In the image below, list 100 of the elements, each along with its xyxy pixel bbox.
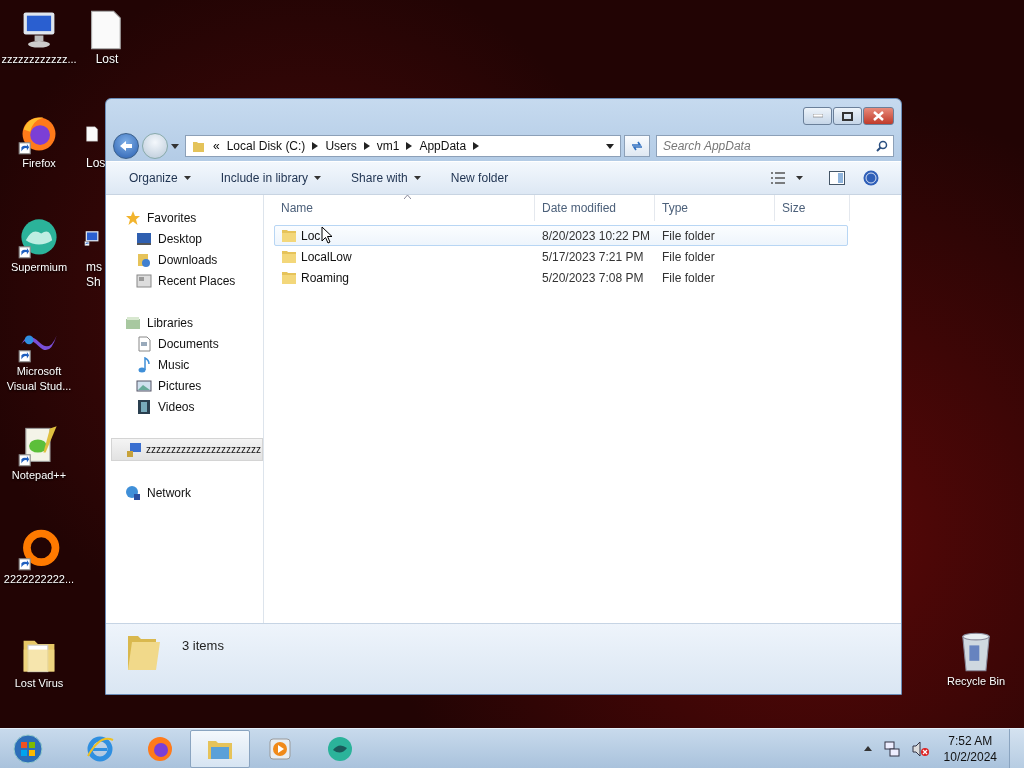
icon-label: Supermium	[10, 260, 68, 275]
toolbar-button[interactable]: Share with	[344, 168, 428, 188]
chevron-icon[interactable]	[473, 142, 480, 150]
close-button[interactable]	[863, 107, 894, 125]
column-header[interactable]: Date modified	[535, 195, 655, 221]
caret-icon	[413, 176, 421, 180]
column-header[interactable]: Type	[655, 195, 775, 221]
chevron-icon[interactable]	[363, 142, 370, 150]
refresh-icon	[630, 140, 644, 152]
maximize-icon	[842, 111, 853, 121]
caret-icon[interactable]	[171, 143, 179, 149]
overflow-chevron[interactable]: «	[213, 139, 220, 153]
view-options-icon[interactable]	[770, 171, 786, 185]
chevron-icon[interactable]	[312, 142, 319, 150]
breadcrumb[interactable]: Users	[325, 139, 357, 153]
nav-item[interactable]: Videos	[106, 396, 263, 417]
icon-label: ms	[86, 260, 102, 275]
videos-icon	[136, 398, 152, 415]
chevron-icon[interactable]	[406, 142, 413, 150]
caret-icon	[314, 176, 322, 180]
folder-icon	[192, 139, 206, 153]
back-arrow-icon	[119, 140, 133, 152]
file-name: Roaming	[301, 270, 350, 285]
pictures-icon	[136, 377, 152, 394]
icon-label: Lost	[95, 52, 119, 67]
search-icon[interactable]	[876, 140, 888, 152]
file-row[interactable]: LocalLow 5/17/2023 7:21 PM File folder	[274, 246, 848, 267]
file-row[interactable]: Roaming 5/20/2023 7:08 PM File folder	[274, 267, 848, 288]
refresh-button[interactable]	[624, 135, 650, 157]
type-cell-text: File folder	[661, 270, 716, 285]
icon-label: 2222222222...	[3, 572, 75, 587]
minimize-button[interactable]	[803, 107, 832, 125]
caret-icon[interactable]	[796, 176, 803, 180]
type-cell-text: File folder	[661, 249, 716, 264]
network-icon	[125, 484, 141, 501]
nav-item[interactable]: Documents	[106, 333, 263, 354]
date-cell-text: 8/20/2023 10:22 PM	[541, 228, 652, 243]
caret-icon	[183, 176, 191, 180]
network-icon[interactable]	[883, 740, 900, 757]
windows-logo-icon	[13, 733, 43, 764]
icon-label: Firefox	[22, 156, 56, 171]
toolbar-button[interactable]: Organize	[122, 168, 198, 188]
time-text: 7:52 AM	[948, 732, 993, 749]
nav-item[interactable]: Music	[106, 354, 263, 375]
breadcrumb[interactable]: vm1	[376, 139, 400, 153]
minimize-icon	[812, 114, 823, 118]
documents-icon	[136, 335, 152, 352]
nav-item[interactable]: Desktop	[106, 228, 263, 249]
icon-label: Los	[86, 156, 106, 171]
folder-icon	[281, 228, 297, 243]
mouse-cursor-icon	[321, 225, 333, 244]
icon-label: Notepad++	[11, 468, 67, 483]
icon-label: Recycle Bin	[946, 674, 1006, 689]
file-name: LocalLow	[301, 249, 352, 264]
type-cell-text: File folder	[661, 228, 716, 243]
app-icon[interactable]	[17, 528, 61, 572]
icon-label: Microsoft	[16, 364, 62, 379]
column-header[interactable]: Size	[775, 195, 850, 221]
address-bar[interactable]: « Local Disk (C:) Users vm1 AppData	[185, 135, 621, 157]
close-icon	[873, 111, 884, 121]
breadcrumb[interactable]: AppData	[419, 139, 467, 153]
maximize-button[interactable]	[833, 107, 862, 125]
caret-icon[interactable]	[606, 143, 614, 149]
breadcrumb[interactable]: Local Disk (C:)	[226, 139, 306, 153]
star-icon	[125, 209, 141, 226]
nav-item[interactable]: Downloads	[106, 249, 263, 270]
icon-label: zzzzzzzzzzzz...	[1, 52, 77, 67]
file-row[interactable]: Loc 8/20/2023 10:22 PM File folder	[274, 225, 848, 246]
file-name: Loc	[301, 228, 321, 243]
nav-item[interactable]: Network	[106, 482, 263, 503]
clock[interactable]: 7:52 AM 10/2/2024	[943, 732, 997, 765]
date-text: 10/2/2024	[943, 748, 997, 765]
nav-item[interactable]: Libraries	[106, 312, 263, 333]
icon-label: Lost Virus	[14, 676, 64, 691]
nav-item[interactable]: Recent Places	[106, 270, 263, 291]
folder-icon	[281, 270, 297, 285]
nav-item[interactable]: Favorites	[106, 207, 263, 228]
file-explorer-button[interactable]	[190, 729, 250, 768]
icon-label: Sh	[86, 275, 101, 290]
toolbar-button[interactable]: New folder	[443, 168, 516, 188]
desktop-icon	[136, 230, 152, 247]
date-cell-text: 5/20/2023 7:08 PM	[541, 270, 645, 285]
column-header[interactable]: Name	[274, 195, 535, 221]
nav-item[interactable]: zzzzzzzzzzzzzzzzzzzzzzz	[111, 438, 263, 461]
help-icon[interactable]	[863, 170, 879, 186]
downloads-icon	[136, 251, 152, 268]
date-cell-text: 5/17/2023 7:21 PM	[541, 249, 645, 264]
computer-icon	[126, 441, 142, 458]
recent-icon	[136, 272, 152, 289]
back-button[interactable]	[113, 133, 139, 159]
library-icon	[125, 314, 141, 331]
search-field[interactable]: Search AppData	[656, 135, 894, 157]
music-icon	[136, 356, 152, 373]
toolbar-button[interactable]: Include in library	[213, 168, 329, 188]
icon-label: Visual Stud...	[6, 379, 72, 394]
preview-pane-icon[interactable]	[829, 171, 845, 185]
muted-speaker-icon[interactable]	[911, 740, 930, 757]
show-hidden-icons-icon[interactable]	[863, 746, 872, 751]
item-count: 3 items	[182, 638, 224, 653]
nav-item[interactable]: Pictures	[106, 375, 263, 396]
